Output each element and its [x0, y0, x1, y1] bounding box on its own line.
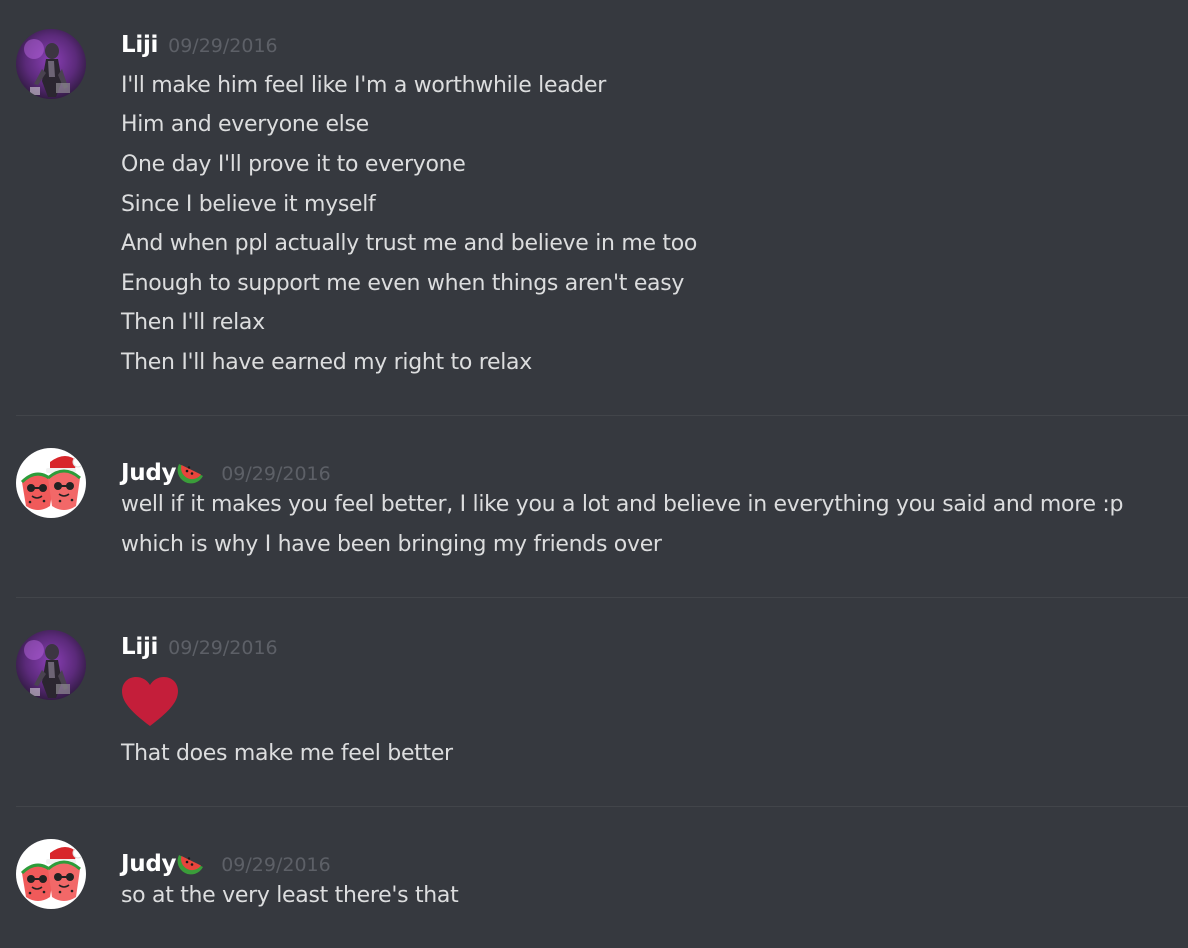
message-header: Liji 09/29/2016	[121, 32, 278, 62]
avatar[interactable]	[16, 839, 86, 909]
message-line: That does make me feel better	[121, 741, 453, 766]
judy-avatar-image	[16, 839, 86, 909]
username[interactable]: Liji	[121, 634, 158, 660]
message-line: I'll make him feel like I'm a worthwhile…	[121, 73, 607, 98]
username[interactable]: Liji	[121, 32, 158, 58]
message-divider	[16, 806, 1188, 807]
liji-avatar-image	[16, 630, 86, 700]
timestamp[interactable]: 09/29/2016	[221, 854, 331, 876]
avatar[interactable]	[16, 29, 86, 99]
message-line: Then I'll have earned my right to relax	[121, 350, 532, 375]
message-line: which is why I have been bringing my fri…	[121, 532, 662, 557]
message-divider	[16, 597, 1188, 598]
message-line: Enough to support me even when things ar…	[121, 271, 685, 296]
watermelon-icon	[177, 847, 205, 875]
username[interactable]: Judy	[121, 851, 177, 877]
message-header: Judy 09/29/2016	[121, 452, 331, 486]
message-header: Liji 09/29/2016	[121, 634, 278, 664]
message-header: Judy 09/29/2016	[121, 843, 331, 877]
avatar[interactable]	[16, 630, 86, 700]
message-line: Him and everyone else	[121, 112, 369, 137]
watermelon-icon	[177, 456, 205, 484]
timestamp[interactable]: 09/29/2016	[168, 35, 278, 57]
message-line: well if it makes you feel better, I like…	[121, 492, 1124, 517]
message-divider	[16, 415, 1188, 416]
message-line: And when ppl actually trust me and belie…	[121, 231, 698, 256]
avatar[interactable]	[16, 448, 86, 518]
username[interactable]: Judy	[121, 460, 177, 486]
message-line: so at the very least there's that	[121, 883, 459, 908]
message-line: One day I'll prove it to everyone	[121, 152, 466, 177]
timestamp[interactable]: 09/29/2016	[221, 463, 331, 485]
heart-icon[interactable]	[121, 676, 179, 728]
judy-avatar-image	[16, 448, 86, 518]
message-line: Then I'll relax	[121, 310, 265, 335]
timestamp[interactable]: 09/29/2016	[168, 637, 278, 659]
message-line: Since I believe it myself	[121, 192, 376, 217]
liji-avatar-image	[16, 29, 86, 99]
